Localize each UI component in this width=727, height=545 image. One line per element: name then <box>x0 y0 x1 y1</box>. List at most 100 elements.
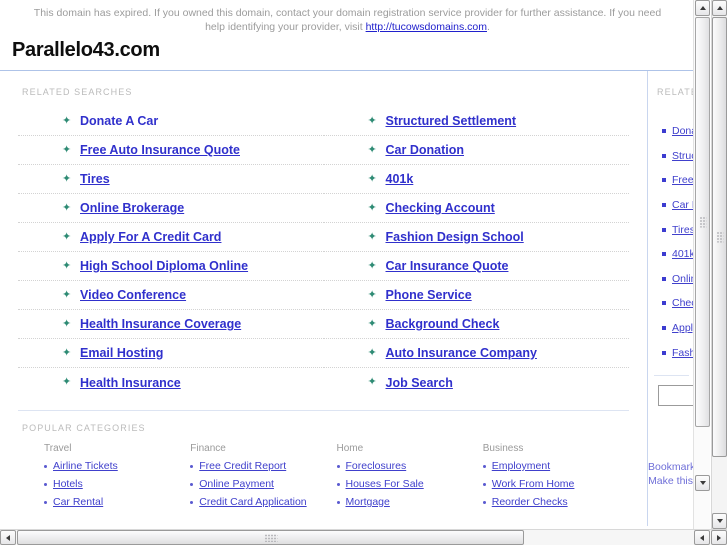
category-list-item[interactable]: Employment <box>482 460 629 472</box>
sidebar-related-item[interactable]: 401k <box>662 242 695 267</box>
sidebar-related-link[interactable]: Online Brokerage <box>672 273 695 285</box>
related-search-link[interactable]: Donate A Car <box>80 114 158 128</box>
category-list-item[interactable]: Credit Card Application <box>190 496 336 508</box>
category-link[interactable]: Credit Card Application <box>199 496 306 508</box>
related-search-item[interactable]: ✦ Structured Settlement <box>323 107 629 136</box>
category-link[interactable]: Reorder Checks <box>492 496 568 508</box>
category-link[interactable]: Free Credit Report <box>199 460 286 472</box>
related-search-item[interactable]: ✦ Email Hosting <box>18 339 324 368</box>
related-search-link[interactable]: Checking Account <box>386 201 495 215</box>
related-search-link[interactable]: 401k <box>386 172 414 186</box>
related-search-link[interactable]: Car Insurance Quote <box>386 259 509 273</box>
make-homepage-link[interactable]: Make this <box>648 474 693 488</box>
related-search-link[interactable]: Video Conference <box>80 288 186 302</box>
category-link[interactable]: Car Rental <box>53 496 103 508</box>
bookmark-link[interactable]: Bookmark <box>648 460 695 474</box>
category-link[interactable]: Airline Tickets <box>53 460 118 472</box>
category-list-item[interactable]: Car Rental <box>44 496 190 508</box>
related-search-link[interactable]: Phone Service <box>386 288 472 302</box>
related-search-link[interactable]: Car Donation <box>386 143 464 157</box>
related-search-item[interactable]: ✦ Online Brokerage <box>18 194 324 223</box>
sidebar-related-item[interactable]: Fashion Design School <box>662 340 695 365</box>
related-search-link[interactable]: High School Diploma Online <box>80 259 248 273</box>
category-list-item[interactable]: Hotels <box>44 478 190 490</box>
page-scroll-up-button[interactable] <box>695 0 710 16</box>
category-list-item[interactable]: Houses For Sale <box>336 478 483 490</box>
sidebar-related-link[interactable]: Donate A Car <box>672 125 695 137</box>
category-link[interactable]: Mortgage <box>346 496 390 508</box>
category-list-item[interactable]: Foreclosures <box>336 460 483 472</box>
related-search-link[interactable]: Structured Settlement <box>386 114 517 128</box>
sidebar-related-item[interactable]: Car Donation <box>662 193 695 218</box>
scroll-right-button[interactable] <box>711 530 727 545</box>
page-scroll-down-button[interactable] <box>695 475 710 491</box>
related-search-item[interactable]: ✦ Car Donation <box>323 136 629 165</box>
related-search-item[interactable]: ✦ 401k <box>323 165 629 194</box>
sidebar-search-input[interactable] <box>658 384 695 406</box>
browser-vertical-scroll-thumb[interactable] <box>712 17 727 457</box>
category-link[interactable]: Houses For Sale <box>346 478 424 490</box>
category-link[interactable]: Hotels <box>53 478 83 490</box>
category-link[interactable]: Employment <box>492 460 550 472</box>
related-search-item[interactable]: ✦ Apply For A Credit Card <box>18 223 324 252</box>
scroll-left-button-secondary[interactable] <box>694 530 710 545</box>
category-list-item[interactable]: Mortgage <box>336 496 483 508</box>
related-search-item[interactable]: ✦ Health Insurance <box>18 368 324 397</box>
related-search-link[interactable]: Job Search <box>386 376 453 390</box>
related-search-link[interactable]: Tires <box>80 172 110 186</box>
sidebar-related-link[interactable]: Structured Settlement <box>672 150 695 162</box>
sidebar-related-item[interactable]: Checking Account <box>662 291 695 316</box>
related-search-item[interactable]: ✦ Free Auto Insurance Quote <box>18 136 324 165</box>
category-list-item[interactable]: Free Credit Report <box>190 460 336 472</box>
related-search-item[interactable]: ✦ Health Insurance Coverage <box>18 310 324 339</box>
related-search-item[interactable]: ✦ Background Check <box>323 310 629 339</box>
sidebar-related-link[interactable]: Car Donation <box>672 199 695 211</box>
related-search-link[interactable]: Health Insurance Coverage <box>80 317 241 331</box>
related-search-item[interactable]: ✦ Car Insurance Quote <box>323 252 629 281</box>
horizontal-scroll-thumb[interactable] <box>17 530 524 545</box>
related-search-link[interactable]: Health Insurance <box>80 376 181 390</box>
sidebar-related-link[interactable]: Tires <box>672 224 695 236</box>
related-search-item[interactable]: ✦ Auto Insurance Company <box>323 339 629 368</box>
related-search-link[interactable]: Auto Insurance Company <box>386 346 537 360</box>
browser-horizontal-scrollbar[interactable] <box>0 529 727 545</box>
category-list-item[interactable]: Airline Tickets <box>44 460 190 472</box>
sidebar-related-item[interactable]: Apply For A Credit Card <box>662 316 695 341</box>
related-search-item[interactable]: ✦ Fashion Design School <box>323 223 629 252</box>
related-search-item[interactable]: ✦ High School Diploma Online <box>18 252 324 281</box>
related-search-item[interactable]: ✦ Phone Service <box>323 281 629 310</box>
related-search-link[interactable]: Email Hosting <box>80 346 163 360</box>
related-search-item[interactable]: ✦ Donate A Car <box>18 107 324 136</box>
category-list-item[interactable]: Work From Home <box>482 478 629 490</box>
related-search-item[interactable]: ✦ Video Conference <box>18 281 324 310</box>
related-search-link[interactable]: Background Check <box>386 317 500 331</box>
sidebar-related-item[interactable]: Tires <box>662 217 695 242</box>
related-search-item[interactable]: ✦ Job Search <box>324 368 630 397</box>
related-search-item[interactable]: ✦ Checking Account <box>323 194 629 223</box>
sidebar-related-link[interactable]: 401k <box>672 248 695 260</box>
page-vertical-scrollbar[interactable] <box>693 0 710 529</box>
category-list-item[interactable]: Online Payment <box>190 478 336 490</box>
sidebar-related-item[interactable]: Structured Settlement <box>662 144 695 169</box>
browser-vertical-scrollbar[interactable] <box>711 0 727 529</box>
category-link[interactable]: Foreclosures <box>346 460 407 472</box>
sidebar-related-link[interactable]: Fashion Design School <box>672 347 695 359</box>
scroll-left-button[interactable] <box>0 530 16 545</box>
sidebar-related-item[interactable]: Online Brokerage <box>662 267 695 292</box>
browser-scroll-down-button[interactable] <box>712 513 727 529</box>
related-search-link[interactable]: Fashion Design School <box>386 230 524 244</box>
sidebar-related-link[interactable]: Apply For A Credit Card <box>672 322 695 334</box>
related-search-link[interactable]: Apply For A Credit Card <box>80 230 221 244</box>
category-list-item[interactable]: Reorder Checks <box>482 496 629 508</box>
sidebar-related-item[interactable]: Free Auto Insurance Quote <box>662 168 695 193</box>
browser-scroll-up-button[interactable] <box>712 0 727 16</box>
sidebar-related-link[interactable]: Checking Account <box>672 297 695 309</box>
category-link[interactable]: Online Payment <box>199 478 274 490</box>
sidebar-related-link[interactable]: Free Auto Insurance Quote <box>672 174 695 186</box>
related-search-item[interactable]: ✦ Tires <box>18 165 324 194</box>
category-link[interactable]: Work From Home <box>492 478 575 490</box>
related-search-link[interactable]: Online Brokerage <box>80 201 184 215</box>
tucows-domains-link[interactable]: http://tucowsdomains.com <box>366 21 487 33</box>
sidebar-related-item[interactable]: Donate A Car <box>662 119 695 144</box>
page-vertical-scroll-thumb[interactable] <box>695 17 710 427</box>
